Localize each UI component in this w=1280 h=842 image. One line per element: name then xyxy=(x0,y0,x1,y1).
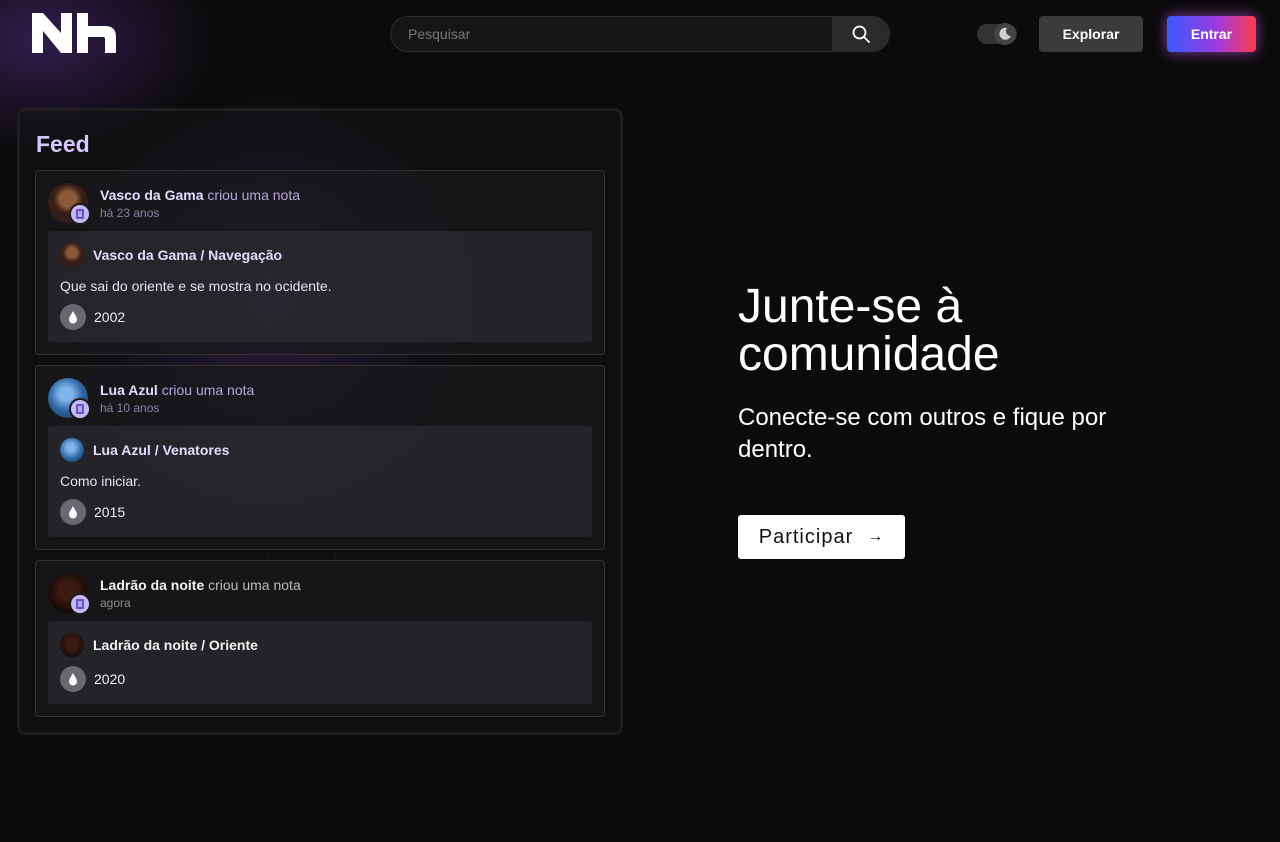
logo[interactable] xyxy=(32,13,116,53)
drop-icon xyxy=(69,311,77,324)
card-header: Ladrão da noite criou uma nota agora xyxy=(48,573,588,615)
stat-value: 2002 xyxy=(94,309,126,325)
activity-line: Ladrão da noite criou uma nota xyxy=(100,577,301,593)
avatar xyxy=(60,633,84,657)
note-title[interactable]: Ladrão da noite / Oriente xyxy=(93,637,258,653)
note-header: Vasco da Gama / Navegação xyxy=(60,243,560,267)
feed-title: Feed xyxy=(36,131,90,157)
note-icon xyxy=(76,404,84,414)
feed-card[interactable]: Ladrão da noite criou uma nota agora Lad… xyxy=(35,560,605,717)
note-text: Como iniciar. xyxy=(60,473,141,489)
note-stat: 2015 xyxy=(60,499,125,525)
search-bar xyxy=(390,16,890,52)
note-preview[interactable]: Vasco da Gama / Navegação Que sai do ori… xyxy=(48,231,592,342)
toggle-knob xyxy=(994,23,1016,45)
activity-line: Vasco da Gama criou uma nota xyxy=(100,187,300,203)
hero-title: Junte-se à comunidade xyxy=(738,280,1000,381)
stat-value: 2015 xyxy=(94,504,126,520)
note-stat: 2020 xyxy=(60,666,125,692)
drop-icon xyxy=(69,506,77,519)
note-badge xyxy=(69,398,91,420)
card-header: Vasco da Gama criou uma nota há 23 anos xyxy=(48,183,588,225)
feed-card[interactable]: Lua Azul criou uma nota há 10 anos Lua A… xyxy=(35,365,605,550)
explore-button[interactable]: Explorar xyxy=(1039,16,1143,52)
user-name[interactable]: Vasco da Gama xyxy=(100,187,204,203)
theme-toggle[interactable] xyxy=(977,23,1017,45)
note-icon xyxy=(76,209,84,219)
hero-subtitle: Conecte-se com outros e fique por dentro… xyxy=(738,404,1107,463)
note-badge xyxy=(69,593,91,615)
note-stat: 2002 xyxy=(60,304,125,330)
note-header: Lua Azul / Venatores xyxy=(60,438,560,462)
note-icon xyxy=(76,599,84,609)
avatar xyxy=(60,243,84,267)
search-button[interactable] xyxy=(832,17,889,51)
activity-line: Lua Azul criou uma nota xyxy=(100,382,254,398)
note-preview[interactable]: Ladrão da noite / Oriente 2020 xyxy=(48,621,592,704)
arrow-right-icon: → xyxy=(867,528,885,545)
join-button[interactable]: Participar → xyxy=(738,515,905,559)
enter-button[interactable]: Entrar xyxy=(1167,16,1256,52)
note-text: Que sai do oriente e se mostra no ociden… xyxy=(60,278,332,294)
stat-value: 2020 xyxy=(94,671,126,687)
drop-badge xyxy=(60,304,86,330)
activity-action: criou uma nota xyxy=(208,577,301,593)
drop-badge xyxy=(60,666,86,692)
activity-action: criou uma nota xyxy=(161,382,255,398)
note-header: Ladrão da noite / Oriente xyxy=(60,633,560,657)
timestamp: há 23 anos xyxy=(100,206,160,220)
note-title[interactable]: Vasco da Gama / Navegação xyxy=(93,247,282,263)
feed-panel: Feed Vasco da Gama criou uma nota há 23 … xyxy=(17,108,623,735)
timestamp: há 10 anos xyxy=(100,401,160,415)
note-title[interactable]: Lua Azul / Venatores xyxy=(93,442,229,458)
avatar xyxy=(60,438,84,462)
activity-action: criou uma nota xyxy=(207,187,301,203)
card-header: Lua Azul criou uma nota há 10 anos xyxy=(48,378,588,420)
search-icon xyxy=(852,25,870,43)
user-name[interactable]: Lua Azul xyxy=(100,382,158,398)
join-button-label: Participar xyxy=(758,525,854,548)
drop-icon xyxy=(69,673,77,686)
note-preview[interactable]: Lua Azul / Venatores Como iniciar. 2015 xyxy=(48,426,592,537)
search-input[interactable] xyxy=(391,17,832,51)
feed-card[interactable]: Vasco da Gama criou uma nota há 23 anos … xyxy=(35,170,605,355)
logo-icon xyxy=(32,13,116,53)
user-name[interactable]: Ladrão da noite xyxy=(100,577,204,593)
timestamp: agora xyxy=(100,596,131,610)
note-badge xyxy=(69,203,91,225)
drop-badge xyxy=(60,499,86,525)
moon-icon xyxy=(999,27,1011,40)
